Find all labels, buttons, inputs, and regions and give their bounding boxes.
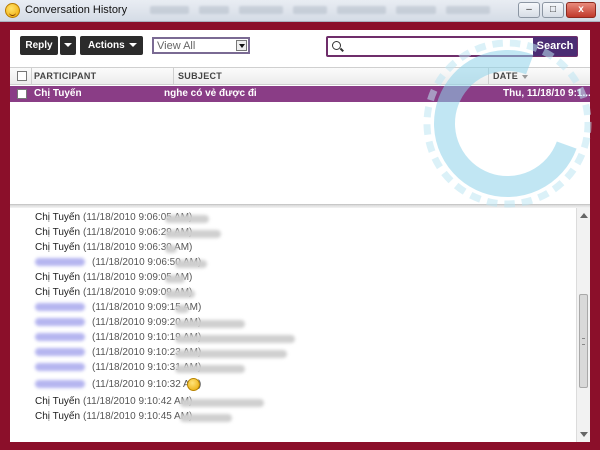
row-participant: Chị Tuyến xyxy=(34,88,82,99)
column-divider xyxy=(31,68,32,84)
message-sender-blurred xyxy=(35,380,85,389)
message-sender: Chị Tuyến xyxy=(35,411,81,422)
emoji-icon xyxy=(187,378,200,391)
row-checkbox[interactable] xyxy=(17,89,27,99)
chevron-down-icon xyxy=(128,43,137,48)
message-sender-blurred xyxy=(35,363,85,372)
search-input[interactable] xyxy=(346,39,532,54)
message-text-blurred xyxy=(165,290,195,298)
view-filter-select[interactable]: View All xyxy=(152,37,250,54)
message-sender-blurred xyxy=(35,303,85,312)
search-box: Search xyxy=(326,36,578,57)
maximize-button[interactable]: □ xyxy=(542,2,564,18)
reply-dropdown-button[interactable] xyxy=(60,36,76,55)
message-text-blurred xyxy=(165,245,177,253)
column-divider xyxy=(488,68,489,84)
actions-label: Actions xyxy=(88,40,125,51)
message-line: (11/18/2010 9:10:32 AM) xyxy=(35,379,201,393)
message-sender: Chị Tuyến xyxy=(35,287,81,298)
message-text-blurred xyxy=(180,399,264,407)
content-area: Reply Actions View All Search PARTICIPAN… xyxy=(10,30,590,442)
message-line: Chị Tuyến (11/18/2010 9:10:45 AM) xyxy=(35,411,192,425)
message-text-blurred xyxy=(175,260,207,268)
sort-desc-icon xyxy=(522,74,529,79)
column-participant[interactable]: PARTICIPANT xyxy=(34,71,96,81)
message-sender: Chị Tuyến xyxy=(35,242,81,253)
reply-button[interactable]: Reply xyxy=(20,36,58,55)
select-all-checkbox[interactable] xyxy=(17,71,27,81)
message-line: Chị Tuyến (11/18/2010 9:10:42 AM) xyxy=(35,396,192,410)
list-header: PARTICIPANT SUBJECT DATE xyxy=(10,67,590,85)
column-date[interactable]: DATE xyxy=(493,71,529,81)
actions-button[interactable]: Actions xyxy=(80,36,143,55)
message-scrollbar[interactable] xyxy=(576,208,590,442)
message-text-blurred xyxy=(175,350,287,358)
close-button[interactable]: x xyxy=(566,2,596,18)
message-text-blurred xyxy=(175,335,295,343)
window-title: Conversation History xyxy=(25,4,128,16)
message-text-blurred xyxy=(180,414,232,422)
message-sender: Chị Tuyến xyxy=(35,272,81,283)
column-divider xyxy=(173,68,174,84)
message-sender: Chị Tuyến xyxy=(35,396,81,407)
chevron-down-icon xyxy=(64,43,72,48)
message-time: (11/18/2010 9:10:45 AM) xyxy=(83,411,193,422)
search-button[interactable]: Search xyxy=(533,37,577,56)
message-text-blurred xyxy=(175,305,189,313)
app-smiley-icon xyxy=(5,3,20,18)
message-pane: Chị Tuyến (11/18/2010 9:06:05 AM) Chị Tuy… xyxy=(10,208,576,442)
scroll-thumb[interactable] xyxy=(579,294,588,388)
message-sender-blurred xyxy=(35,318,85,327)
window-frame: Reply Actions View All Search PARTICIPAN… xyxy=(0,22,600,450)
scroll-up-arrow-icon[interactable] xyxy=(580,213,588,218)
dropdown-arrow-icon[interactable] xyxy=(236,40,247,51)
message-text-blurred xyxy=(165,230,221,238)
column-subject[interactable]: SUBJECT xyxy=(178,71,222,81)
window-controls: – □ x xyxy=(518,2,596,18)
message-sender-blurred xyxy=(35,333,85,342)
scroll-down-arrow-icon[interactable] xyxy=(580,432,588,437)
list-empty-area xyxy=(10,102,590,204)
search-icon xyxy=(332,41,341,50)
message-sender: Chị Tuyến xyxy=(35,227,81,238)
column-date-label: DATE xyxy=(493,71,519,81)
message-sender: Chị Tuyến xyxy=(35,212,81,223)
message-time: (11/18/2010 9:10:32 AM) xyxy=(92,379,202,390)
message-text-blurred xyxy=(175,365,245,373)
row-subject: nghe có vẻ được đi xyxy=(164,88,257,99)
view-filter-value: View All xyxy=(157,40,196,52)
background-taskbar-blur xyxy=(150,6,490,20)
message-sender-blurred xyxy=(35,348,85,357)
conversation-row[interactable]: Chị Tuyến nghe có vẻ được đi Thu, 11/18/… xyxy=(10,86,590,102)
title-bar: Conversation History – □ x xyxy=(0,0,600,22)
minimize-button[interactable]: – xyxy=(518,2,540,18)
message-text-blurred xyxy=(165,275,185,283)
message-time: (11/18/2010 9:10:42 AM) xyxy=(83,396,193,407)
message-text-blurred xyxy=(175,320,245,328)
message-sender-blurred xyxy=(35,258,85,267)
message-text-blurred xyxy=(165,215,209,223)
row-date: Thu, 11/18/10 9:1... xyxy=(503,88,590,99)
toolbar: Reply Actions View All Search xyxy=(10,30,590,66)
